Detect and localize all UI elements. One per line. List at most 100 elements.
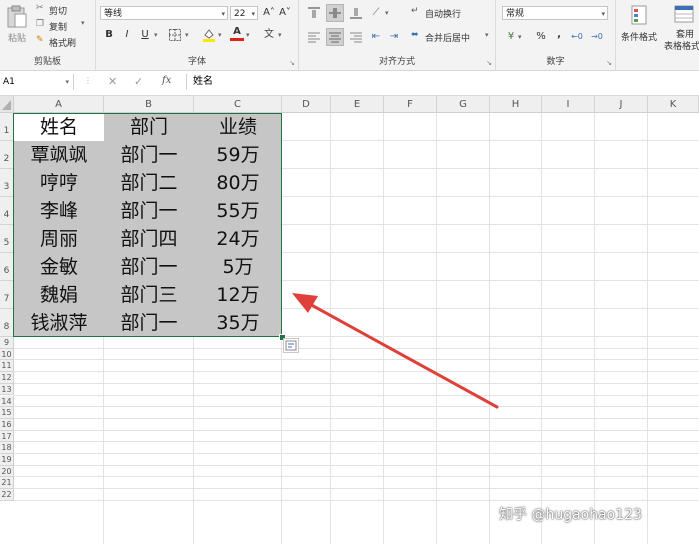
copy-icon: ❐ [36, 19, 45, 29]
row-header-22[interactable]: 22 [0, 489, 14, 501]
number-group: 常规 ▾ ¥ ▾ % , ←0 →0 数字 ↘ [496, 0, 616, 70]
name-box[interactable]: A1 ▾ [0, 74, 74, 90]
top-align-icon[interactable] [307, 6, 321, 20]
column-header-j[interactable]: J [595, 96, 648, 113]
row-gridline [14, 441, 699, 443]
conditional-format-label: 条件格式 [621, 33, 658, 43]
font-name-value: 等线 [104, 9, 123, 19]
column-header-a[interactable]: A [14, 96, 104, 113]
row-header-17[interactable]: 17 [0, 430, 14, 443]
row-header-5[interactable]: 5 [0, 225, 14, 253]
more-icon: ⋮ [84, 76, 92, 85]
phonetic-guide-icon[interactable]: 文 [262, 28, 276, 42]
row-header-1[interactable]: 1 [0, 113, 14, 141]
formula-input[interactable]: 姓名 [186, 74, 699, 90]
dialog-launcher-icon[interactable]: ↘ [606, 59, 612, 67]
chevron-down-icon: ▾ [601, 10, 605, 18]
paste-icon [7, 5, 27, 28]
format-as-table-label-2: 表格格式 [664, 42, 699, 52]
font-name-select[interactable]: 等线 ▾ [100, 6, 228, 20]
column-header-i[interactable]: I [542, 96, 595, 113]
dialog-launcher-icon[interactable]: ↘ [486, 59, 492, 67]
copy-button[interactable]: ❐ 复制 ▾ [36, 19, 91, 33]
row-header-4[interactable]: 4 [0, 197, 14, 225]
decrease-indent-icon[interactable]: ⇤ [369, 30, 383, 44]
row-header-8[interactable]: 8 [0, 309, 14, 337]
currency-icon[interactable]: ¥ [504, 30, 518, 44]
column-header-k[interactable]: K [648, 96, 699, 113]
cut-button[interactable]: ✂ 剪切 [36, 3, 86, 17]
border-icon[interactable] [168, 28, 182, 42]
align-right-icon[interactable] [349, 30, 363, 44]
row-header-3[interactable]: 3 [0, 169, 14, 197]
comma-style-button[interactable]: , [552, 28, 566, 42]
clipboard-group: 粘贴 ✂ 剪切 ❐ 复制 ▾ ✎ 格式刷 剪贴板 [0, 0, 96, 70]
chevron-down-icon: ▾ [81, 19, 85, 27]
row-header-16[interactable]: 16 [0, 418, 14, 431]
number-format-select[interactable]: 常规 ▾ [502, 6, 608, 20]
row-header-2[interactable]: 2 [0, 141, 14, 169]
font-color-button[interactable]: A [230, 26, 244, 41]
row-header-21[interactable]: 21 [0, 477, 14, 490]
row-header-20[interactable]: 20 [0, 465, 14, 478]
merge-center-button[interactable]: ⬌ 合并后居中 ▾ [411, 30, 493, 44]
cancel-icon[interactable]: ✕ [108, 75, 117, 88]
align-center-button[interactable] [326, 28, 344, 46]
column-header-g[interactable]: G [437, 96, 490, 113]
row-header-15[interactable]: 15 [0, 407, 14, 419]
column-gridline [647, 113, 648, 544]
paste-button[interactable]: 粘贴 [3, 3, 31, 45]
row-header-12[interactable]: 12 [0, 372, 14, 384]
middle-align-icon [329, 8, 341, 18]
row-header-18[interactable]: 18 [0, 442, 14, 454]
middle-align-button[interactable] [326, 4, 344, 22]
percent-button[interactable]: % [534, 30, 548, 44]
column-header-e[interactable]: E [331, 96, 384, 113]
underline-button[interactable]: U [138, 28, 152, 42]
column-header-c[interactable]: C [194, 96, 282, 113]
italic-button[interactable]: I [120, 28, 134, 42]
column-header-d[interactable]: D [282, 96, 331, 113]
align-center-icon [329, 32, 341, 43]
orientation-icon[interactable]: ⟋ [369, 6, 383, 20]
increase-decimal-icon[interactable]: ←0 [570, 30, 584, 44]
format-as-table-button[interactable]: 套用 表格格式 [664, 2, 699, 52]
insert-function-button[interactable]: fx [162, 75, 171, 86]
wrap-text-icon: ↵ [411, 6, 419, 16]
decrease-font-size-button[interactable]: A˅ [278, 6, 292, 20]
quick-analysis-button[interactable] [283, 338, 299, 353]
row-gridline [14, 359, 699, 361]
increase-font-size-button[interactable]: A˄ [262, 6, 276, 20]
row-header-10[interactable]: 10 [0, 348, 14, 361]
wrap-text-button[interactable]: ↵ 自动换行 [411, 6, 491, 20]
clipboard-group-label: 剪贴板 [33, 57, 61, 67]
row-header-6[interactable]: 6 [0, 253, 14, 281]
dialog-launcher-icon[interactable]: ↘ [289, 59, 295, 67]
row-header-19[interactable]: 19 [0, 454, 14, 466]
select-all-corner[interactable] [0, 96, 14, 113]
row-header-11[interactable]: 11 [0, 360, 14, 373]
column-gridline [330, 113, 331, 544]
increase-indent-icon[interactable]: ⇥ [387, 30, 401, 44]
chevron-down-icon: ▾ [518, 33, 522, 41]
fill-color-icon[interactable] [202, 27, 216, 42]
row-header-9[interactable]: 9 [0, 337, 14, 349]
column-header-f[interactable]: F [384, 96, 437, 113]
enter-icon[interactable]: ✓ [134, 75, 143, 88]
row-header-14[interactable]: 14 [0, 395, 14, 408]
bold-button[interactable]: B [102, 28, 116, 42]
column-header-h[interactable]: H [490, 96, 542, 113]
merge-center-label: 合并后居中 [425, 34, 471, 44]
font-size-select[interactable]: 22 ▾ [230, 6, 258, 20]
align-left-icon[interactable] [307, 30, 321, 44]
row-gridline [14, 371, 699, 373]
row-gridline [14, 406, 699, 408]
chevron-down-icon: ▾ [278, 31, 282, 39]
decrease-decimal-icon[interactable]: →0 [590, 30, 604, 44]
row-header-7[interactable]: 7 [0, 281, 14, 309]
row-header-13[interactable]: 13 [0, 383, 14, 396]
format-painter-button[interactable]: ✎ 格式刷 [36, 35, 86, 49]
column-header-b[interactable]: B [104, 96, 194, 113]
bottom-align-icon[interactable] [349, 6, 363, 20]
conditional-format-button[interactable]: 条件格式 [618, 2, 662, 50]
